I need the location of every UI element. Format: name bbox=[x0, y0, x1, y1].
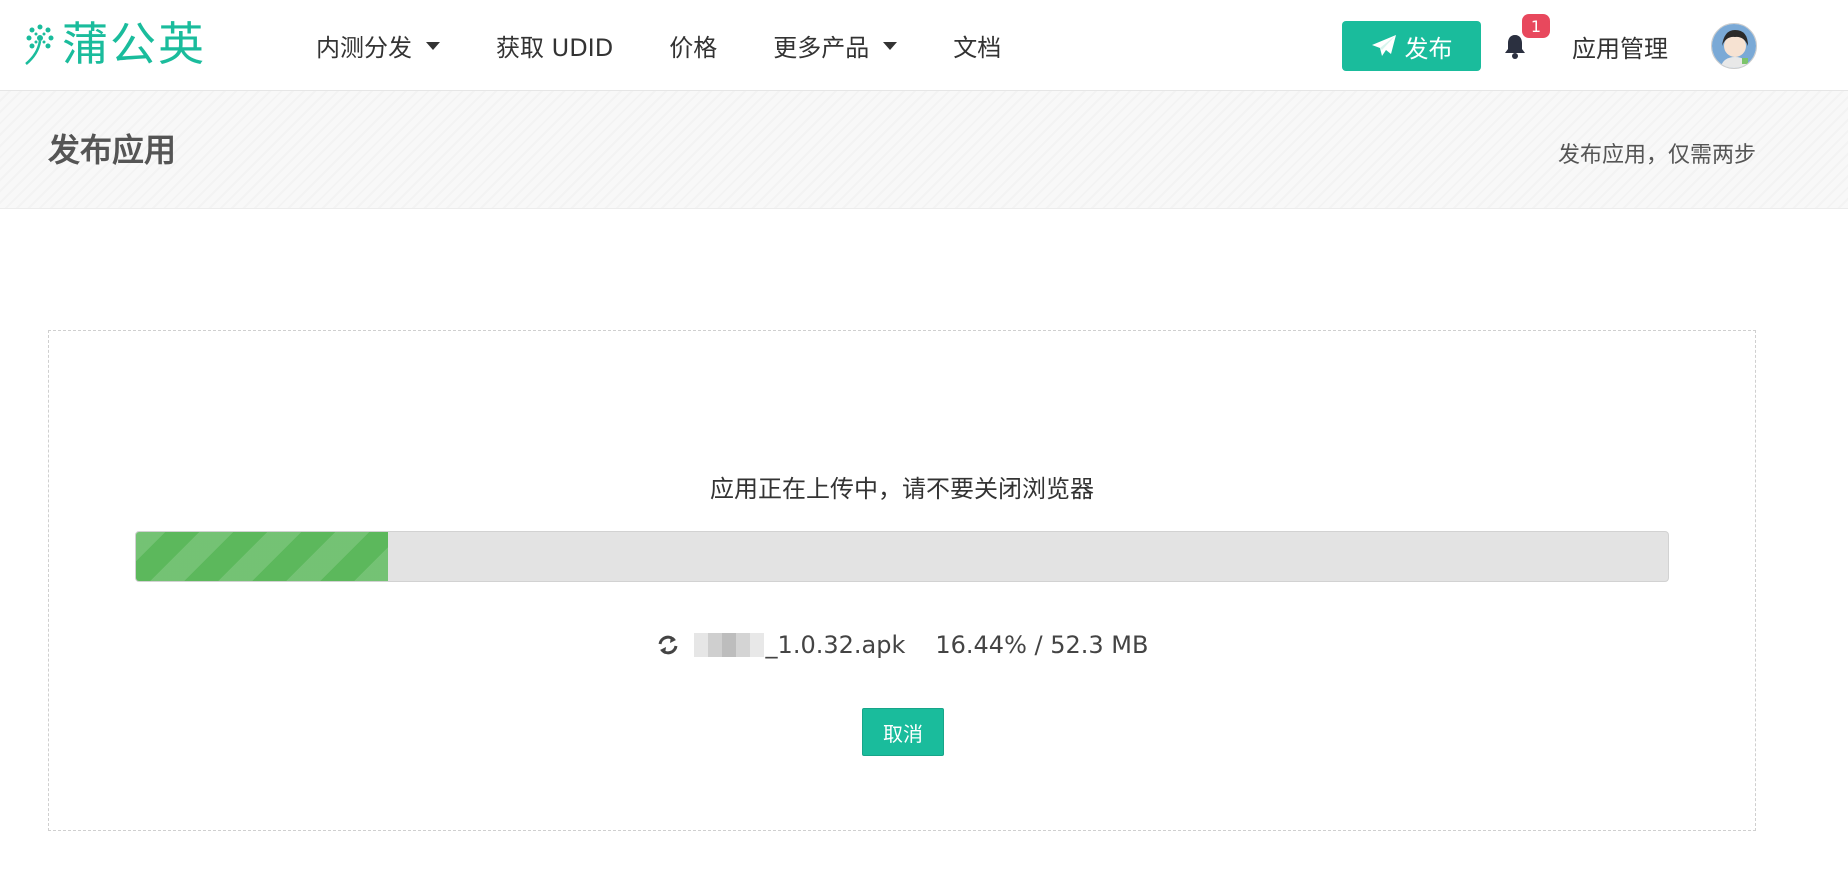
nav-label: 获取 UDID bbox=[496, 33, 614, 62]
file-name: _1.0.32.apk bbox=[765, 631, 906, 659]
cancel-button[interactable]: 取消 bbox=[862, 708, 944, 756]
upload-progress-bar bbox=[135, 531, 1669, 582]
upload-status-message: 应用正在上传中，请不要关闭浏览器 bbox=[710, 475, 1094, 503]
upload-progress-fill bbox=[136, 532, 388, 581]
publish-button[interactable]: 发布 bbox=[1342, 21, 1481, 71]
file-info: _1.0.32.apk 16.44% / 52.3 MB bbox=[49, 631, 1755, 659]
nav-label: 内测分发 bbox=[316, 33, 412, 62]
nav-label: 文档 bbox=[953, 33, 1002, 62]
dandelion-logo-icon bbox=[25, 24, 54, 65]
page-subtitle: 发布应用，仅需两步 bbox=[1557, 143, 1756, 168]
upload-progress-text: 16.44% / 52.3 MB bbox=[935, 631, 1149, 659]
avatar[interactable] bbox=[1711, 23, 1757, 69]
main-nav: 内测分发 获取 UDID 价格 更多产品 文档 bbox=[316, 0, 1057, 90]
nav-pricing[interactable]: 价格 bbox=[669, 28, 717, 63]
bell-icon[interactable] bbox=[1503, 33, 1527, 59]
nav-more-products[interactable]: 更多产品 bbox=[773, 28, 898, 63]
notification-badge: 1 bbox=[1522, 14, 1550, 38]
caret-down-icon bbox=[883, 42, 898, 50]
page-header: 发布应用 发布应用，仅需两步 bbox=[0, 91, 1848, 209]
nav-docs[interactable]: 文档 bbox=[953, 28, 1001, 63]
caret-down-icon bbox=[426, 42, 440, 50]
refresh-icon bbox=[658, 635, 678, 655]
publish-label: 发布 bbox=[1404, 34, 1453, 63]
nav-get-udid[interactable]: 获取 UDID bbox=[496, 28, 613, 63]
nav-label: 更多产品 bbox=[773, 33, 870, 62]
paper-plane-icon bbox=[1371, 35, 1396, 56]
nav-label: 价格 bbox=[669, 33, 718, 62]
upload-panel: 应用正在上传中，请不要关闭浏览器 _1.0.32.apk 16.44% / 52… bbox=[48, 330, 1756, 831]
app-management-link[interactable]: 应用管理 bbox=[1572, 29, 1668, 64]
logo-text: 蒲公英 bbox=[62, 17, 206, 71]
top-navbar: 蒲公英 内测分发 获取 UDID 价格 更多产品 文档 发布 1 应用管理 bbox=[0, 0, 1848, 91]
logo[interactable]: 蒲公英 bbox=[22, 18, 206, 70]
nav-internal-distribution[interactable]: 内测分发 bbox=[316, 28, 440, 63]
redacted-file-name bbox=[693, 633, 764, 657]
user-avatar-icon bbox=[1712, 24, 1756, 68]
page-title: 发布应用 bbox=[48, 131, 177, 169]
